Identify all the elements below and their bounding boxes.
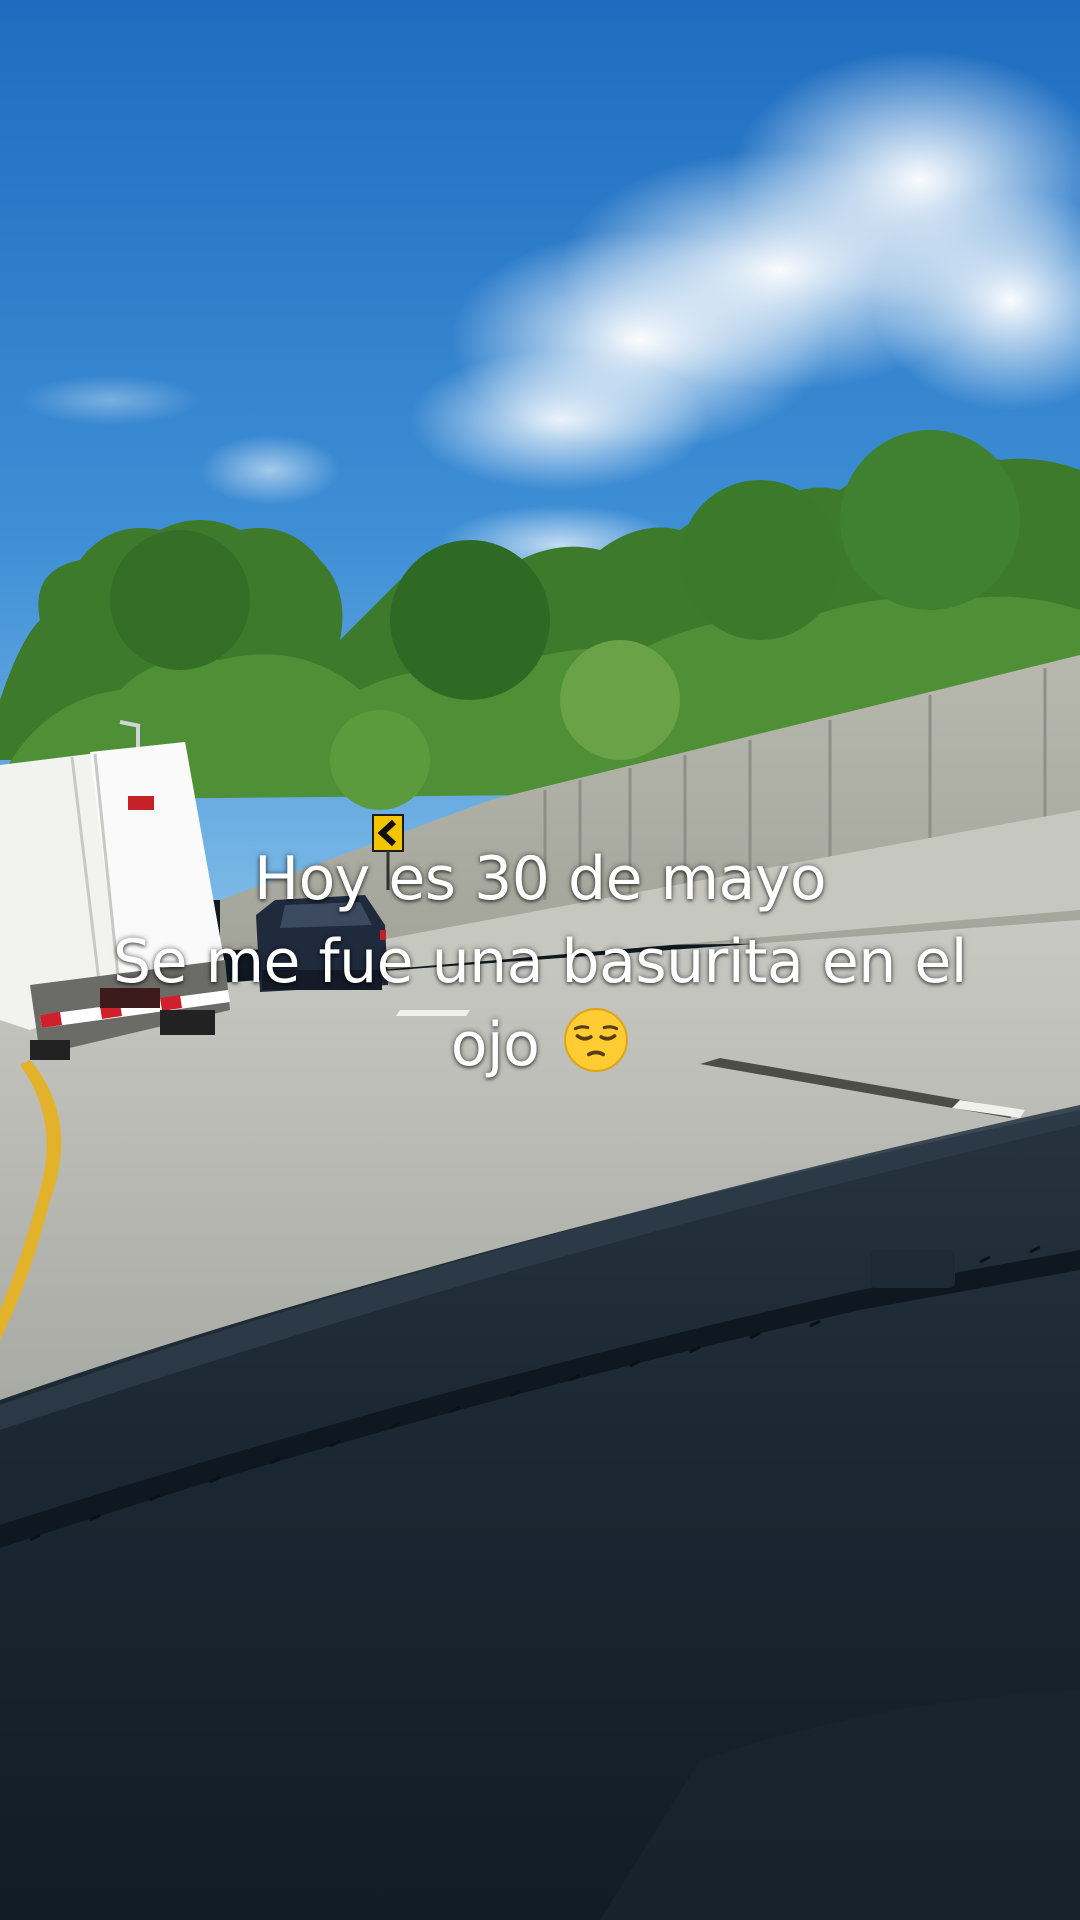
video-frame: Hoy es 30 de mayo Se me fue una basurita… (0, 0, 1080, 1920)
caption-overlay: Hoy es 30 de mayo Se me fue una basurita… (40, 838, 1040, 1087)
caption-line-2: Se me fue una basurita en el (113, 927, 967, 997)
caption-line-1: Hoy es 30 de mayo (253, 844, 827, 914)
dashboard-sensor (870, 1250, 955, 1288)
pensive-face-icon (563, 1007, 629, 1073)
caption-line-3: ojo (40, 1004, 1040, 1087)
caption-line-3-text: ojo (450, 1010, 540, 1080)
